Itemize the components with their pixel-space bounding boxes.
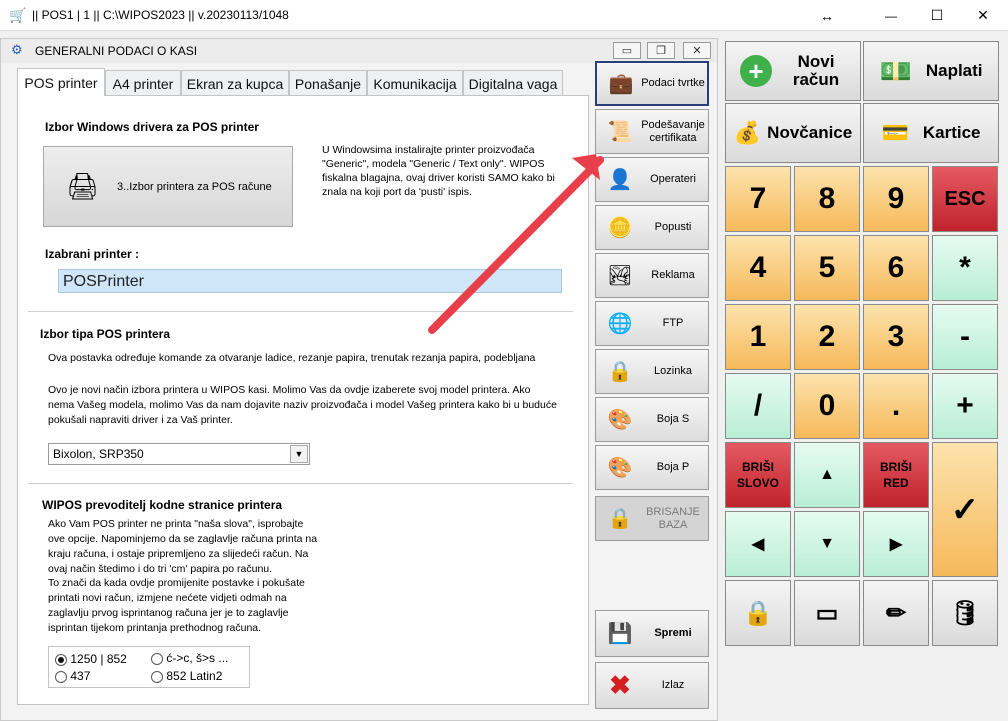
key-4[interactable]: 4 bbox=[725, 235, 791, 301]
scanner-button[interactable]: ▭ bbox=[794, 580, 860, 646]
arrow-left-button[interactable]: ◀ bbox=[725, 511, 791, 577]
delete-char-button[interactable]: BRIŠI SLOVO bbox=[725, 442, 791, 508]
pos-keypad: + Novi račun 💵 Naplati 💰 Novčanice 💳 Kar… bbox=[723, 38, 1008, 648]
key-1[interactable]: 1 bbox=[725, 304, 791, 370]
tab-pos-printer[interactable]: POS printer bbox=[17, 68, 105, 96]
arrow-up-button[interactable]: ▲ bbox=[794, 442, 860, 508]
key-7[interactable]: 7 bbox=[725, 166, 791, 232]
key-minus[interactable]: - bbox=[932, 304, 998, 370]
key-3[interactable]: 3 bbox=[863, 304, 929, 370]
new-receipt-label: Novi račun bbox=[792, 52, 840, 89]
confirm-button[interactable]: ✓ bbox=[932, 442, 998, 577]
key-divide[interactable]: / bbox=[725, 373, 791, 439]
charge-button[interactable]: 💵 Naplati bbox=[863, 41, 999, 101]
edit-button[interactable]: ✏ bbox=[863, 580, 929, 646]
lock-button[interactable]: 🔒 bbox=[725, 580, 791, 646]
banknotes-button[interactable]: 💰 Novčanice bbox=[725, 103, 861, 163]
database-icon: 🛢 bbox=[949, 599, 981, 627]
key-5[interactable]: 5 bbox=[794, 235, 860, 301]
arrow-left-icon: ◀ bbox=[751, 536, 765, 553]
database-button[interactable]: 🛢 bbox=[932, 580, 998, 646]
key-plus[interactable]: + bbox=[932, 373, 998, 439]
key-0[interactable]: 0 bbox=[794, 373, 860, 439]
scanner-icon: ▭ bbox=[815, 599, 839, 627]
arrow-shaft bbox=[428, 156, 604, 334]
key-dot[interactable]: . bbox=[863, 373, 929, 439]
lock-icon: 🔒 bbox=[743, 599, 773, 627]
cards-button[interactable]: 💳 Kartice bbox=[863, 103, 999, 163]
delete-row-button[interactable]: BRIŠI RED bbox=[863, 442, 929, 508]
key-9[interactable]: 9 bbox=[863, 166, 929, 232]
charge-label: Naplati bbox=[925, 61, 983, 80]
key-6[interactable]: 6 bbox=[863, 235, 929, 301]
key-multiply[interactable]: * bbox=[932, 235, 998, 301]
coins-icon: 💰 bbox=[733, 120, 762, 145]
plus-icon: + bbox=[740, 55, 772, 87]
arrow-down-icon: ▼ bbox=[819, 535, 835, 552]
credit-card-icon: 💳 bbox=[881, 120, 909, 145]
arrow-down-button[interactable]: ▼ bbox=[794, 511, 860, 577]
pencil-icon: ✏ bbox=[885, 599, 907, 627]
arrow-right-button[interactable]: ▶ bbox=[863, 511, 929, 577]
key-2[interactable]: 2 bbox=[794, 304, 860, 370]
cards-label: Kartice bbox=[922, 123, 981, 142]
cash-hand-icon: 💵 bbox=[879, 55, 912, 86]
arrow-up-icon: ▲ bbox=[819, 466, 835, 483]
key-esc[interactable]: ESC bbox=[932, 166, 998, 232]
banknotes-label: Novčanice bbox=[767, 123, 853, 142]
new-receipt-button[interactable]: + Novi račun bbox=[725, 41, 861, 101]
key-8[interactable]: 8 bbox=[794, 166, 860, 232]
arrow-right-icon: ▶ bbox=[889, 536, 903, 553]
